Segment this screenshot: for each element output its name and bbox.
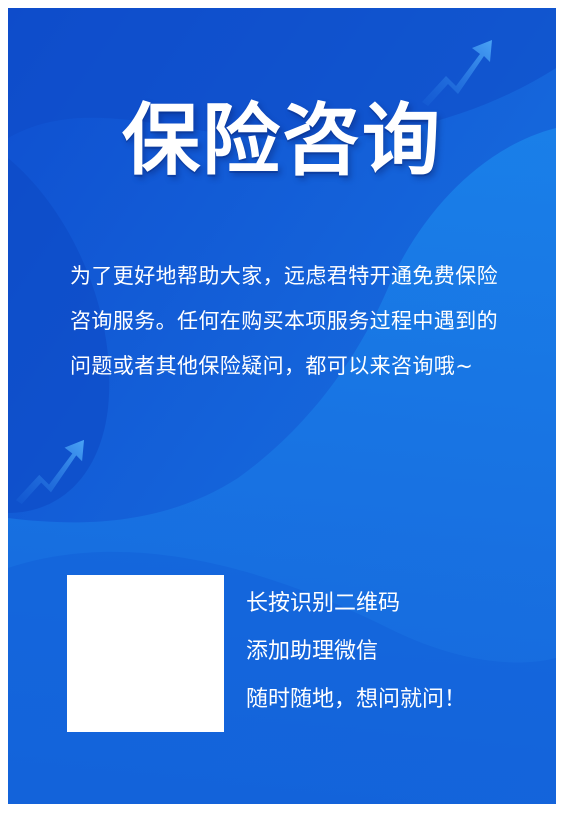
qr-code-placeholder[interactable] (67, 575, 224, 732)
trend-arrow-icon (15, 439, 85, 505)
qr-instruction-scan: 长按识别二维码 (246, 591, 401, 616)
qr-instructions: 长按识别二维码 添加助理微信 随时随地，想问就问！ (246, 592, 546, 736)
intro-text: 为了更好地帮助大家，远虑君特开通免费保险咨询服务。任何在购买本项服务过程中遇到的… (70, 264, 498, 378)
poster-title: 保险咨询 (121, 96, 442, 186)
qr-instruction-ask-anytime: 随时随地，想问就问！ (246, 687, 467, 712)
insurance-consult-poster: 保险咨询 为了更好地帮助大家，远虑君特开通免费保险咨询服务。任何在购买本项服务过… (8, 8, 556, 804)
qr-instruction-add-wechat: 添加助理微信 (246, 639, 379, 664)
